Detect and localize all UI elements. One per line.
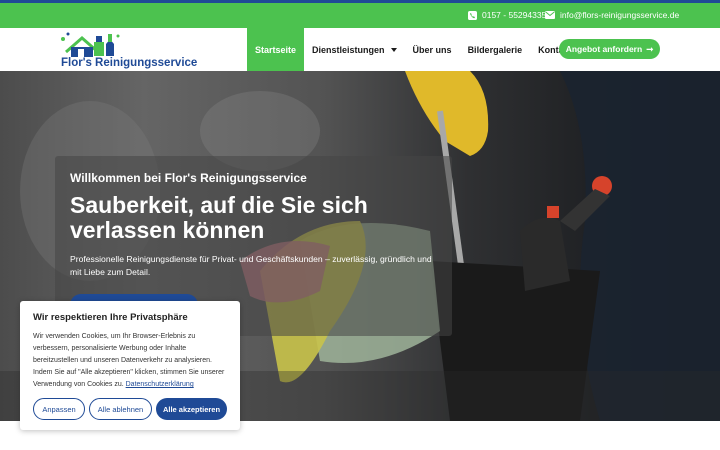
nav-bildergalerie[interactable]: Bildergalerie bbox=[460, 28, 531, 71]
cookie-customize-label: Anpassen bbox=[42, 404, 76, 414]
nav-ueber-uns[interactable]: Über uns bbox=[405, 28, 460, 71]
cookie-text-body: Wir verwenden Cookies, um Ihr Browser-Er… bbox=[33, 333, 225, 388]
site-logo[interactable]: Flor's Reinigungsservice bbox=[58, 30, 203, 70]
hero-welcome: Willkommen bei Flor's Reinigungsservice bbox=[70, 171, 307, 185]
arrow-right-icon: ➞ bbox=[646, 43, 654, 54]
request-quote-label: Angebot anfordern bbox=[565, 44, 643, 54]
hero-subtitle: Professionelle Reinigungsdienste für Pri… bbox=[70, 254, 432, 277]
cookie-text: Wir verwenden Cookies, um Ihr Browser-Er… bbox=[33, 331, 233, 391]
cookie-title: Wir respektieren Ihre Privatsphäre bbox=[33, 312, 188, 323]
nav-startseite-label: Startseite bbox=[255, 44, 297, 55]
privacy-policy-link[interactable]: Datenschutzerklärung bbox=[126, 381, 194, 388]
email-address: info@flors-reinigungsservice.de bbox=[560, 10, 680, 20]
site-header: Flor's Reinigungsservice Startseite Dien… bbox=[0, 28, 720, 71]
phone-icon bbox=[468, 10, 477, 20]
hero-title: Sauberkeit, auf die Sie sich verlassen k… bbox=[70, 192, 368, 243]
nav-dienstleistungen-label: Dienstleistungen bbox=[312, 44, 385, 55]
house-cleaning-logo-icon bbox=[61, 32, 120, 57]
cookie-accept-label: Alle akzeptieren bbox=[162, 404, 221, 414]
top-bar: 0157 - 55294335 info@flors-reinigungsser… bbox=[0, 0, 720, 28]
envelope-icon bbox=[545, 11, 555, 19]
nav-startseite[interactable]: Startseite bbox=[247, 28, 305, 71]
request-quote-button[interactable]: Angebot anfordern ➞ bbox=[559, 39, 660, 59]
nav-dienstleistungen[interactable]: Dienstleistungen bbox=[304, 28, 405, 71]
phone-link[interactable]: 0157 - 55294335 bbox=[468, 10, 546, 20]
email-link[interactable]: info@flors-reinigungsservice.de bbox=[545, 10, 679, 20]
chevron-down-icon bbox=[390, 47, 397, 52]
cookie-accept-button[interactable]: Alle akzeptieren bbox=[156, 398, 227, 420]
nav-ueber-uns-label: Über uns bbox=[412, 44, 452, 55]
logo-text: Flor's Reinigungsservice bbox=[61, 57, 198, 69]
cookie-consent-dialog: Wir respektieren Ihre Privatsphäre Wir v… bbox=[20, 301, 240, 430]
cookie-customize-button[interactable]: Anpassen bbox=[33, 398, 85, 420]
cookie-reject-label: Alle ablehnen bbox=[97, 404, 144, 414]
phone-number: 0157 - 55294335 bbox=[482, 10, 547, 20]
main-nav: Startseite Dienstleistungen Über uns Bil… bbox=[247, 28, 580, 71]
cookie-reject-button[interactable]: Alle ablehnen bbox=[89, 398, 152, 420]
nav-bildergalerie-label: Bildergalerie bbox=[467, 44, 523, 55]
